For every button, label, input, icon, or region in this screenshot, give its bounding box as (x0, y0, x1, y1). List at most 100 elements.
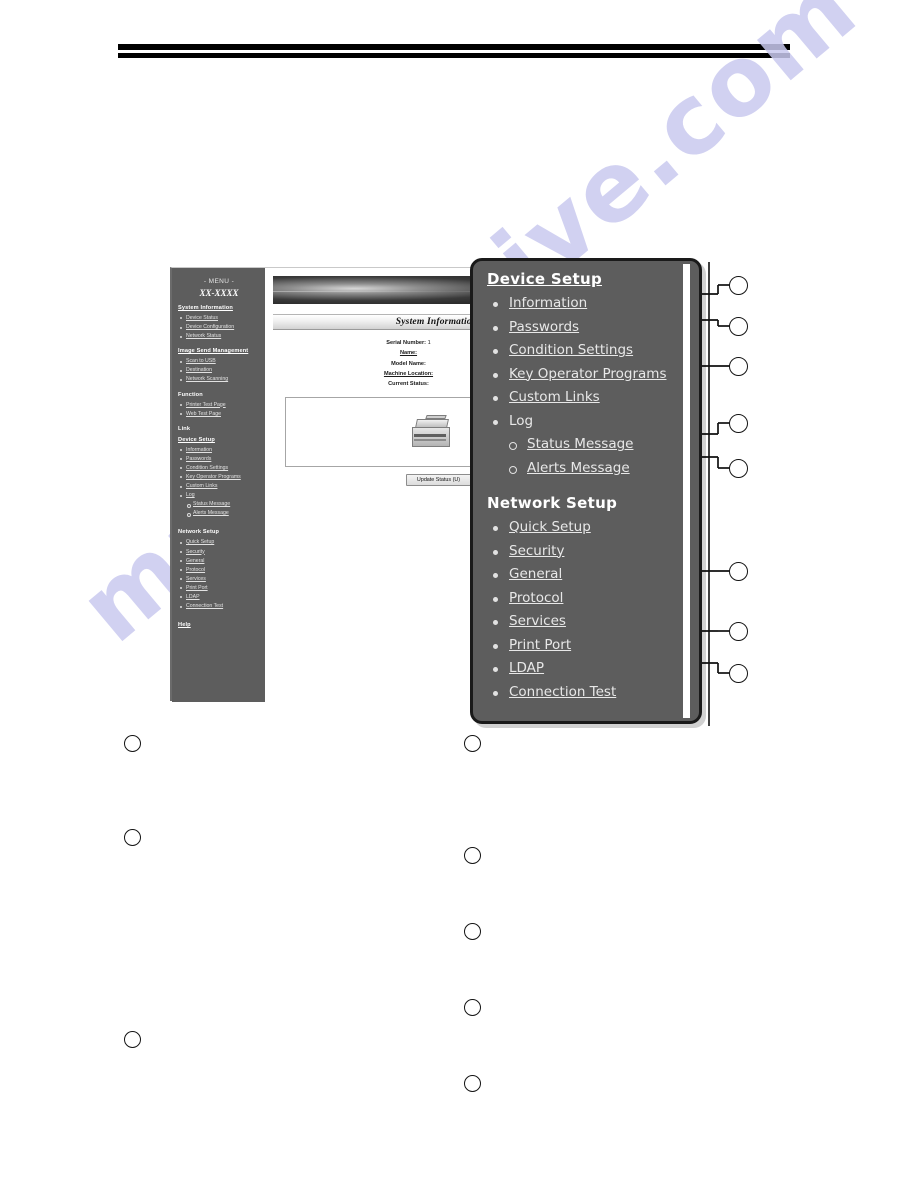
sidebar-item-network-scanning[interactable]: Network Scanning (178, 375, 260, 384)
sidebar-group-link: Link (178, 425, 191, 432)
sidebar-group-system-information: System Information (178, 305, 233, 311)
sidebar-item-condition-settings[interactable]: Condition Settings (178, 464, 260, 473)
legend-circle-right-1 (464, 735, 481, 752)
sidebar-item-custom-links[interactable]: Custom Links (178, 482, 260, 491)
zoom-item-services[interactable]: Services (487, 610, 689, 634)
field-value: 1 (427, 340, 431, 346)
sidebar-list-image-send-management: Scan to USB Destination Network Scanning (178, 357, 260, 384)
sidebar-group-function: Function (178, 391, 203, 398)
sidebar-item-device-configuration[interactable]: Device Configuration (178, 323, 260, 332)
legend-circle-left-3 (124, 1031, 141, 1048)
field-label: Name: (399, 350, 418, 357)
zoom-item-print-port[interactable]: Print Port (487, 634, 689, 658)
callout-circle-5 (729, 459, 748, 478)
zoom-item-status-message[interactable]: Status Message (487, 433, 689, 457)
sidebar-item-label: Network Scanning (186, 376, 229, 383)
sidebar-list-network-setup: Quick Setup Security General Protocol Se… (178, 538, 260, 611)
legend-circle-left-1 (124, 735, 141, 752)
sidebar-item-alerts-message[interactable]: Alerts Message (178, 509, 260, 518)
zoom-item-information[interactable]: Information (487, 292, 689, 316)
sidebar-item-label: General (186, 557, 205, 564)
zoom-item-key-operator-programs[interactable]: Key Operator Programs (487, 363, 689, 387)
sidebar-group-device-setup: Device Setup (178, 436, 215, 443)
zoom-item-ldap[interactable]: LDAP (487, 657, 689, 681)
sidebar-item-services[interactable]: Services (178, 575, 260, 584)
zoom-item-general[interactable]: General (487, 563, 689, 587)
callout-circle-3 (729, 357, 748, 376)
multifunction-printer-icon (408, 414, 454, 449)
zoom-item-security[interactable]: Security (487, 540, 689, 564)
zoom-heading-network-setup: Network Setup (487, 494, 618, 512)
sidebar-item-label: Alerts Message (193, 510, 229, 517)
sidebar-item-network-status[interactable]: Network Status (178, 332, 260, 341)
sidebar-item-help[interactable]: Help (178, 622, 260, 629)
sidebar-item-label: Custom Links (186, 483, 218, 490)
sidebar-item-label: Printer Test Page (186, 401, 226, 408)
page-title: System Information (395, 317, 478, 327)
sidebar-item-security[interactable]: Security (178, 548, 260, 557)
sidebar-item-label: Device Status (186, 314, 219, 321)
sidebar-item-general[interactable]: General (178, 557, 260, 566)
zoom-item-log[interactable]: Log (487, 410, 689, 434)
sidebar-item-passwords[interactable]: Passwords (178, 455, 260, 464)
field-label: Model Name: (391, 360, 426, 367)
sidebar-item-print-port[interactable]: Print Port (178, 584, 260, 593)
zoom-item-label: Condition Settings (509, 342, 634, 358)
callout-circle-8 (729, 664, 748, 683)
sidebar-item-connection-test[interactable]: Connection Test (178, 602, 260, 611)
magnified-menu-panel: Device Setup Information Passwords Condi… (470, 258, 702, 724)
sidebar-item-destination[interactable]: Destination (178, 366, 260, 375)
zoom-item-passwords[interactable]: Passwords (487, 316, 689, 340)
zoom-item-quick-setup[interactable]: Quick Setup (487, 516, 689, 540)
zoom-item-label: Status Message (527, 436, 634, 452)
sidebar-item-web-test-page[interactable]: Web Test Page (178, 410, 260, 419)
sidebar-item-label: Network Status (186, 333, 222, 340)
sidebar-item-label: LDAP (186, 593, 200, 600)
sidebar-item-label: Status Message (193, 501, 231, 508)
zoom-item-condition-settings[interactable]: Condition Settings (487, 339, 689, 363)
sidebar-item-label: Protocol (186, 566, 206, 573)
zoom-item-label: Quick Setup (509, 519, 591, 535)
update-status-button[interactable]: Update Status (U) (405, 473, 472, 486)
sidebar-item-scan-to-usb[interactable]: Scan to USB (178, 357, 260, 366)
sidebar-item-protocol[interactable]: Protocol (178, 566, 260, 575)
sidebar-item-status-message[interactable]: Status Message (178, 500, 260, 509)
sidebar-item-ldap[interactable]: LDAP (178, 593, 260, 602)
zoom-item-alerts-message[interactable]: Alerts Message (487, 457, 689, 481)
sidebar-list-system-information: Device Status Device Configuration Netwo… (178, 314, 260, 341)
zoom-item-label: Information (509, 295, 588, 311)
field-label: Current Status: (388, 381, 429, 388)
legend-circle-right-5 (464, 1075, 481, 1092)
legend-circle-right-3 (464, 923, 481, 940)
zoom-item-protocol[interactable]: Protocol (487, 587, 689, 611)
sidebar-item-key-operator-programs[interactable]: Key Operator Programs (178, 473, 260, 482)
zoom-item-connection-test[interactable]: Connection Test (487, 681, 689, 705)
zoom-item-label: LDAP (509, 660, 545, 676)
callout-circle-2 (729, 317, 748, 336)
sidebar-item-label: Scan to USB (186, 358, 216, 365)
callout-circle-4 (729, 414, 748, 433)
sidebar-group-network-setup: Network Setup (178, 529, 220, 536)
zoom-item-label: Connection Test (509, 683, 617, 700)
web-page-sidebar: - MENU - XX-XXXX System Information Devi… (172, 268, 265, 702)
zoom-item-custom-links[interactable]: Custom Links (487, 386, 689, 410)
zoom-item-label: Security (509, 542, 565, 559)
sidebar-item-label: Passwords (186, 455, 212, 462)
sidebar-item-information[interactable]: Information (178, 446, 260, 455)
legend-circle-left-2 (124, 829, 141, 846)
sidebar-item-printer-test-page[interactable]: Printer Test Page (178, 401, 260, 410)
sidebar-item-label: Information (186, 446, 212, 453)
zoom-item-label: Print Port (509, 636, 572, 653)
header-rule-top (118, 44, 790, 50)
sidebar-group-image-send-management: Image Send Management (178, 348, 249, 355)
sidebar-item-label: Web Test Page (186, 410, 221, 417)
header-rule-bottom (118, 53, 790, 58)
sidebar-item-quick-setup[interactable]: Quick Setup (178, 538, 260, 547)
sidebar-item-label: Key Operator Programs (186, 473, 241, 480)
zoom-item-label: Log (509, 412, 534, 429)
zoom-list-device-setup: Information Passwords Condition Settings… (487, 292, 689, 480)
sidebar-item-device-status[interactable]: Device Status (178, 314, 260, 323)
sidebar-item-log[interactable]: Log (178, 491, 260, 500)
sidebar-item-label: Device Configuration (186, 324, 235, 331)
sidebar-item-label: Print Port (186, 584, 208, 591)
